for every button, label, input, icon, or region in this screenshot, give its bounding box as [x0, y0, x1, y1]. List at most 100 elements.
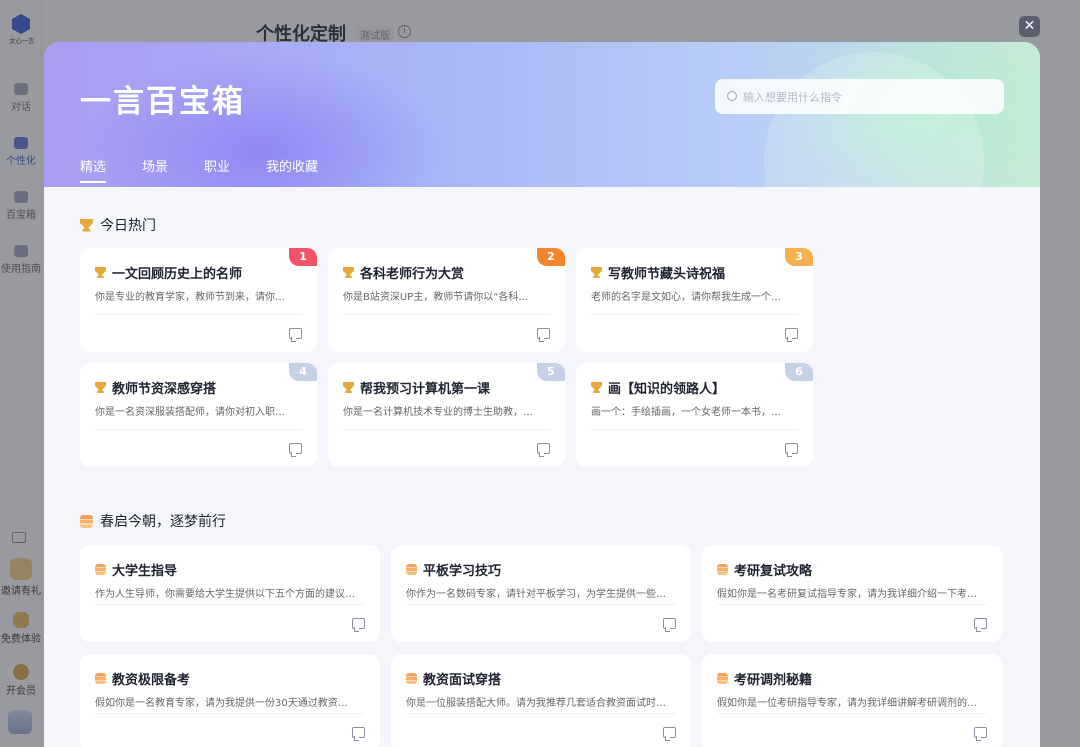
prompt-card[interactable]: 各科老师行为大赏你是B站资深UP主，教师节请你以“各科… 2: [328, 248, 565, 352]
chat-icon[interactable]: [352, 618, 365, 632]
stack-icon: [717, 564, 728, 575]
rank-badge: 6: [785, 363, 813, 381]
card-description: 你是B站资深UP主，教师节请你以“各科…: [343, 292, 529, 303]
chat-icon[interactable]: [289, 328, 302, 342]
card-description: 你是一名资深服装搭配师，请你对初入职…: [95, 407, 285, 418]
chat-icon[interactable]: [352, 727, 365, 741]
card-divider: [343, 314, 550, 315]
card-title: 平板学习技巧: [406, 560, 501, 579]
prompt-card[interactable]: 一文回顾历史上的名师你是专业的教育学家，教师节到来，请你… 1: [80, 248, 317, 352]
trophy-icon: [343, 267, 354, 278]
chat-icon[interactable]: [537, 443, 550, 457]
prompt-card[interactable]: 画【知识的领路人】 画一个：手绘插画，一个女老师一本书，… 6: [576, 363, 813, 467]
card-divider: [95, 713, 365, 714]
card-description: 你是一位服装搭配大师。请为我推荐几套适合教资面试时…: [406, 698, 666, 709]
card-description: 假如你是一名教育专家，请为我提供一份30天通过教资…: [95, 698, 348, 709]
prompt-card[interactable]: 写教师节藏头诗祝福老师的名字是文如心，请你帮我生成一个… 3: [576, 248, 813, 352]
trophy-icon: [95, 382, 106, 393]
section-title-text: 今日热门: [100, 218, 156, 234]
stack-icon: [717, 673, 728, 684]
card-title-text: 各科老师行为大赏: [360, 267, 465, 282]
card-title-text: 考研调剂秘籍: [734, 673, 813, 688]
card-title-text: 教资极限备考: [112, 673, 191, 688]
card-title-text: 大学生指导: [112, 564, 178, 579]
rank-badge: 3: [785, 248, 813, 266]
card-description: 作为人生导师，你需要给大学生提供以下五个方面的建议…: [95, 589, 355, 600]
prompt-card[interactable]: 考研复试攻略假如你是一名考研复试指导专家，请为我详细介绍一下考…: [702, 545, 1002, 642]
prompt-card[interactable]: 教资面试穿搭你是一位服装搭配大师。请为我推荐几套适合教资面试时…: [391, 654, 691, 747]
tab-bar: 精选 场景 职业 我的收藏: [80, 156, 354, 183]
modal-title: 一言百宝箱: [80, 84, 245, 120]
chat-icon[interactable]: [537, 328, 550, 342]
card-title: 考研复试攻略: [717, 560, 812, 579]
chat-icon[interactable]: [663, 618, 676, 632]
card-divider: [95, 314, 302, 315]
card-title-text: 写教师节藏头诗祝福: [608, 267, 726, 282]
card-description: 老师的名字是文如心，请你帮我生成一个…: [591, 292, 781, 303]
card-description: 你作为一名数码专家，请针对平板学习，为学生提供一些…: [406, 589, 666, 600]
card-divider: [95, 429, 302, 430]
card-divider: [717, 604, 987, 605]
card-title-text: 教资面试穿搭: [423, 673, 502, 688]
section-title-spring: 春启今朝，逐梦前行: [80, 511, 226, 531]
card-title: 帮我预习计算机第一课: [343, 378, 490, 397]
trophy-icon: [343, 382, 354, 393]
trophy-icon: [80, 218, 93, 232]
trophy-icon: [95, 267, 106, 278]
section-title-hot: 今日热门: [80, 215, 156, 235]
stack-icon: [406, 564, 417, 575]
trophy-icon: [591, 382, 602, 393]
card-divider: [717, 713, 987, 714]
tab-featured[interactable]: 精选: [80, 156, 107, 183]
prompt-card[interactable]: 考研调剂秘籍假如你是一位考研指导专家，请为我详细讲解考研调剂的…: [702, 654, 1002, 747]
rank-badge: 4: [289, 363, 317, 381]
card-title: 教师节资深感穿搭: [95, 378, 216, 397]
tab-professions[interactable]: 职业: [204, 156, 230, 183]
card-divider: [591, 429, 798, 430]
rank-badge: 2: [537, 248, 565, 266]
card-description: 假如你是一位考研指导专家，请为我详细讲解考研调剂的…: [717, 698, 977, 709]
chat-icon[interactable]: [785, 328, 798, 342]
search-input[interactable]: [743, 87, 993, 107]
prompt-card[interactable]: 教资极限备考假如你是一名教育专家，请为我提供一份30天通过教资…: [80, 654, 380, 747]
prompt-card[interactable]: 大学生指导作为人生导师，你需要给大学生提供以下五个方面的建议…: [80, 545, 380, 642]
stack-icon: [95, 564, 106, 575]
rank-badge: 1: [289, 248, 317, 266]
stack-icon: [80, 514, 93, 528]
chat-icon[interactable]: [289, 443, 302, 457]
chat-icon[interactable]: [974, 727, 987, 741]
modal-header: 一言百宝箱 精选 场景 职业 我的收藏: [44, 42, 1040, 272]
card-divider: [343, 429, 550, 430]
prompt-card[interactable]: 平板学习技巧你作为一名数码专家，请针对平板学习，为学生提供一些…: [391, 545, 691, 642]
tab-favorites[interactable]: 我的收藏: [266, 156, 318, 183]
card-divider: [406, 604, 676, 605]
card-description: 假如你是一名考研复试指导专家，请为我详细介绍一下考…: [717, 589, 977, 600]
rank-badge: 5: [537, 363, 565, 381]
section-title-text: 春启今朝，逐梦前行: [100, 514, 226, 530]
chat-icon[interactable]: [974, 618, 987, 632]
card-title: 教资极限备考: [95, 669, 190, 688]
card-title-text: 考研复试攻略: [734, 564, 813, 579]
card-title: 大学生指导: [95, 560, 177, 579]
card-description: 你是专业的教育学家，教师节到来，请你…: [95, 292, 285, 303]
toolbox-modal: 一言百宝箱 精选 场景 职业 我的收藏 今日热门 一文回顾历史上的名师你是专业的…: [44, 42, 1040, 747]
chat-icon[interactable]: [785, 443, 798, 457]
card-divider: [95, 604, 365, 605]
card-title: 教资面试穿搭: [406, 669, 501, 688]
card-title-text: 教师节资深感穿搭: [112, 382, 217, 397]
stack-icon: [95, 673, 106, 684]
tab-scenes[interactable]: 场景: [142, 156, 168, 183]
card-title-text: 一文回顾历史上的名师: [112, 267, 243, 282]
prompt-card[interactable]: 教师节资深感穿搭你是一名资深服装搭配师，请你对初入职… 4: [80, 363, 317, 467]
card-title-text: 画【知识的领路人】: [608, 382, 726, 397]
stack-icon: [406, 673, 417, 684]
chat-icon[interactable]: [663, 727, 676, 741]
prompt-card[interactable]: 帮我预习计算机第一课你是一名计算机技术专业的博士生助教，… 5: [328, 363, 565, 467]
card-title: 写教师节藏头诗祝福: [591, 263, 725, 282]
card-title: 考研调剂秘籍: [717, 669, 812, 688]
card-description: 你是一名计算机技术专业的博士生助教，…: [343, 407, 533, 418]
card-title: 一文回顾历史上的名师: [95, 263, 242, 282]
close-button[interactable]: ✕: [1019, 16, 1040, 37]
card-title-text: 平板学习技巧: [423, 564, 502, 579]
search-box[interactable]: [715, 79, 1004, 114]
